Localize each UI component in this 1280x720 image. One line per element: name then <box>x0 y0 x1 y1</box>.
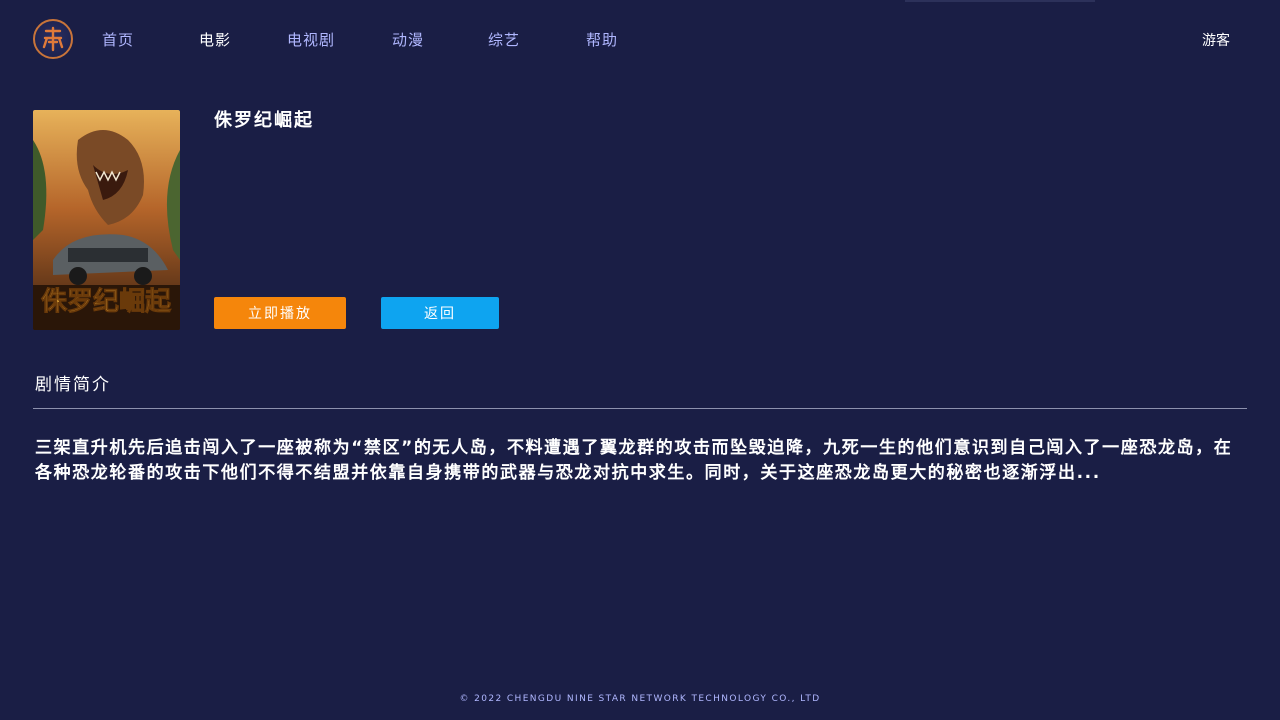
nav-item-anime[interactable]: 动漫 <box>392 29 424 50</box>
nav-item-home[interactable]: 首页 <box>102 29 134 50</box>
movie-poster[interactable]: 侏罗纪崛起 <box>33 110 180 330</box>
play-now-button[interactable]: 立即播放 <box>214 297 346 329</box>
synopsis-text: 三架直升机先后追击闯入了一座被称为“禁区”的无人岛，不料遭遇了翼龙群的攻击而坠毁… <box>35 438 1233 483</box>
user-guest-link[interactable]: 游客 <box>1202 30 1230 50</box>
nav-item-variety[interactable]: 综艺 <box>488 29 520 50</box>
nav-item-tv-series[interactable]: 电视剧 <box>287 29 335 50</box>
site-logo[interactable] <box>33 19 73 59</box>
back-button[interactable]: 返回 <box>381 297 499 329</box>
dinosaur-poster-image: 侏罗纪崛起 <box>33 110 180 330</box>
nav-item-help[interactable]: 帮助 <box>586 29 618 50</box>
poster-title-text: 侏罗纪崛起 <box>41 286 172 317</box>
movie-title: 侏罗纪崛起 <box>214 110 314 131</box>
nav-item-movies[interactable]: 电影 <box>199 29 231 50</box>
footer-copyright: © 2022 CHENGDU NINE STAR NETWORK TECHNOL… <box>459 694 821 704</box>
section-divider <box>33 408 1247 409</box>
synopsis-heading: 剧情简介 <box>35 375 111 395</box>
star-seal-logo-icon <box>42 26 64 52</box>
top-navigation: 首页 电影 电视剧 动漫 综艺 帮助 游客 <box>0 0 1280 80</box>
